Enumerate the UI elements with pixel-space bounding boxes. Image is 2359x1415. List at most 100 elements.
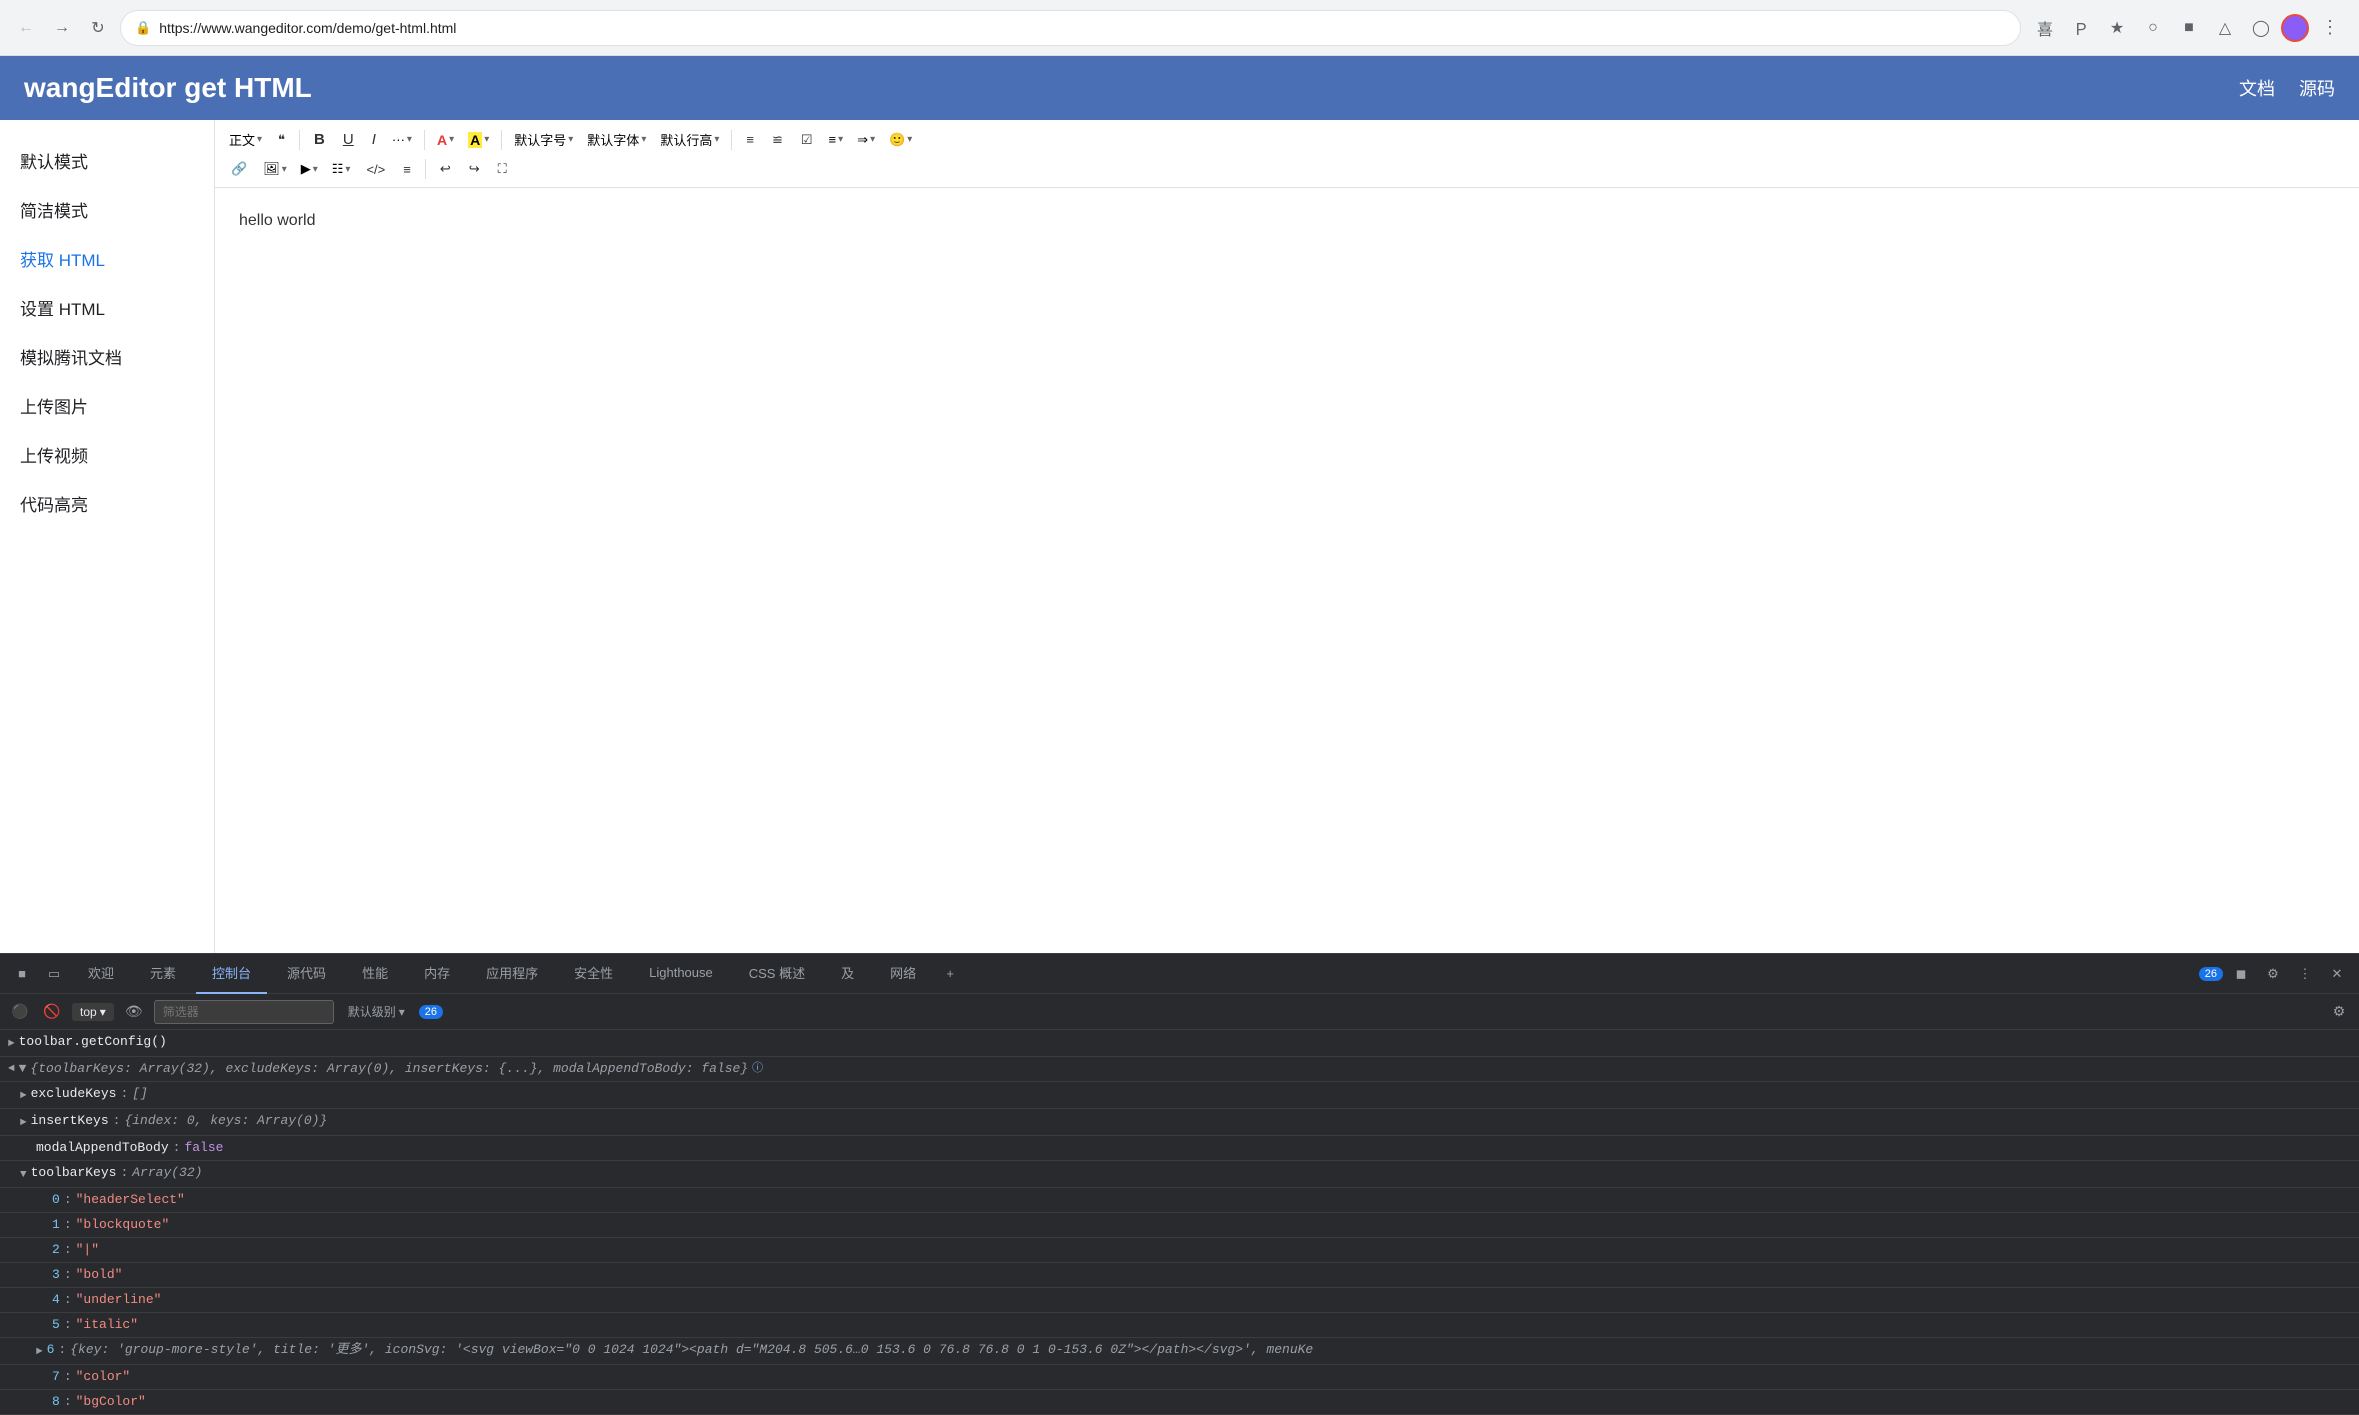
ext2-btn[interactable]: ■ xyxy=(2173,12,2205,44)
ext4-btn[interactable]: ◯ xyxy=(2245,12,2277,44)
expand-arrow-4[interactable]: ► xyxy=(20,1113,27,1133)
unordered-list-btn[interactable]: ≡ xyxy=(738,128,762,151)
align-btn[interactable]: ≡ ▾ xyxy=(823,128,850,151)
forward-button[interactable]: → xyxy=(48,14,76,42)
font-family-select[interactable]: 默认字体 ▾ xyxy=(581,126,652,153)
code-btn[interactable]: </> xyxy=(358,158,393,181)
profile-button[interactable] xyxy=(2281,14,2309,42)
tab-security[interactable]: 安全性 xyxy=(558,954,629,994)
console-filter-btn[interactable]: 🚫 xyxy=(40,1000,64,1024)
info-icon[interactable]: ⓘ xyxy=(752,1059,763,1079)
blockquote-btn[interactable]: ❝ xyxy=(270,128,293,152)
sidebar-item-simple-mode[interactable]: 简洁模式 xyxy=(0,185,214,234)
devtools-settings-btn[interactable]: ⚙ xyxy=(2259,960,2287,988)
console-output: ► toolbar.getConfig() ◄ ▼ {toolbarKeys: … xyxy=(0,1030,2359,1415)
console-settings-btn[interactable]: ⚙ xyxy=(2327,1000,2351,1024)
source-link[interactable]: 源码 xyxy=(2299,75,2335,101)
console-line-10: 3 : "bold" xyxy=(0,1263,2359,1288)
top-selector-arrow: ▾ xyxy=(100,1005,106,1019)
console-clear-btn[interactable]: ⚫ xyxy=(8,1000,32,1024)
log-level-dropdown[interactable]: 默认级别 ▾ xyxy=(342,1001,411,1022)
tab-console[interactable]: 控制台 xyxy=(196,954,267,994)
sidebar-item-default-mode[interactable]: 默认模式 xyxy=(0,136,214,185)
heading-select[interactable]: 正文 ▾ xyxy=(223,126,268,153)
checkbox-btn[interactable]: ☑ xyxy=(793,128,821,152)
emoji-btn[interactable]: 🙂 ▾ xyxy=(883,128,918,152)
sidebar-item-set-html[interactable]: 设置 HTML xyxy=(0,283,214,332)
devtools-inspect-btn[interactable]: ■ xyxy=(8,960,36,988)
bg-color-btn[interactable]: A ▾ xyxy=(462,128,495,152)
console-line-9: 2 : "|" xyxy=(0,1238,2359,1263)
sidebar-item-tencent-doc[interactable]: 模拟腾讯文档 xyxy=(0,332,214,381)
sidebar-item-upload-video[interactable]: 上传视频 xyxy=(0,430,214,479)
console-line-2: ◄ ▼ {toolbarKeys: Array(32), excludeKeys… xyxy=(0,1057,2359,1082)
devtools-close-btn[interactable]: ✕ xyxy=(2323,960,2351,988)
sep3 xyxy=(501,130,502,150)
undo-btn[interactable]: ↩ xyxy=(432,157,459,181)
tab-lighthouse[interactable]: Lighthouse xyxy=(633,954,729,994)
console-line-4: ► insertKeys : {index: 0, keys: Array(0)… xyxy=(0,1109,2359,1136)
sidebar: 默认模式 简洁模式 获取 HTML 设置 HTML 模拟腾讯文档 上传图片 上传… xyxy=(0,120,215,953)
tab-network[interactable]: 网络 xyxy=(874,954,932,994)
expand-arrow-13[interactable]: ► xyxy=(36,1342,43,1362)
expand-arrow-3[interactable]: ► xyxy=(20,1086,27,1106)
ext1-btn[interactable]: ○ xyxy=(2137,12,2169,44)
tab-add-btn[interactable]: + xyxy=(936,960,964,988)
console-eye-btn[interactable]: 👁 xyxy=(122,1000,146,1024)
bookmark-btn[interactable]: ★ xyxy=(2101,12,2133,44)
video-btn[interactable]: ▶ ▾ xyxy=(295,157,324,181)
ordered-list-btn[interactable]: ≌ xyxy=(764,128,791,152)
ext3-btn[interactable]: △ xyxy=(2209,12,2241,44)
lock-icon: 🔒 xyxy=(135,20,151,36)
expand-arrow-1[interactable]: ► xyxy=(8,1034,15,1054)
more-style-btn[interactable]: ··· ▾ xyxy=(386,128,418,151)
editor-content[interactable]: hello world xyxy=(215,188,2359,953)
sidebar-item-upload-image[interactable]: 上传图片 xyxy=(0,381,214,430)
console-line-7: 0 : "headerSelect" xyxy=(0,1188,2359,1213)
reader-mode-btn[interactable]: Ｐ xyxy=(2065,12,2097,44)
bold-btn[interactable]: B xyxy=(306,127,333,152)
tab-welcome[interactable]: 欢迎 xyxy=(72,954,130,994)
tab-elements[interactable]: 元素 xyxy=(134,954,192,994)
indent-btn[interactable]: ⇒ ▾ xyxy=(851,128,881,152)
fullscreen-btn[interactable]: ⛶ xyxy=(490,157,515,181)
redo-btn[interactable]: ↪ xyxy=(461,157,488,181)
reload-button[interactable]: ↻ xyxy=(84,14,112,42)
address-bar[interactable]: 🔒 https://www.wangeditor.com/demo/get-ht… xyxy=(120,10,2021,46)
console-filter-input[interactable] xyxy=(154,1000,334,1024)
console-error-count: 26 xyxy=(419,1005,443,1019)
tab-misc[interactable]: 及 xyxy=(825,954,870,994)
link-btn[interactable]: 🔗 xyxy=(223,157,255,181)
object-preview: {toolbarKeys: Array(32), excludeKeys: Ar… xyxy=(30,1059,748,1079)
divider-btn[interactable]: ≡ xyxy=(395,158,419,181)
tab-css-overview[interactable]: CSS 概述 xyxy=(733,954,821,994)
menu-button[interactable]: ⋮ xyxy=(2313,13,2347,42)
devtools-settings-dock-btn[interactable]: ◼ xyxy=(2227,960,2255,988)
table-btn[interactable]: ☷ ▾ xyxy=(326,157,357,181)
image-btn[interactable]: 🖼 ▾ xyxy=(257,157,293,181)
devtools-device-btn[interactable]: ▭ xyxy=(40,960,68,988)
top-selector[interactable]: top ▾ xyxy=(72,1003,114,1021)
sidebar-item-get-html[interactable]: 获取 HTML xyxy=(0,234,214,283)
tab-sources[interactable]: 源代码 xyxy=(271,954,342,994)
italic-btn[interactable]: I xyxy=(364,127,384,152)
tab-application[interactable]: 应用程序 xyxy=(470,954,554,994)
font-size-select[interactable]: 默认字号 ▾ xyxy=(508,126,579,153)
translate-btn[interactable]: 喜 xyxy=(2029,12,2061,44)
line-height-select[interactable]: 默认行高 ▾ xyxy=(654,126,725,153)
editor-area: 正文 ▾ ❝ B U I ··· ▾ A ▾ xyxy=(215,120,2359,953)
tab-performance[interactable]: 性能 xyxy=(346,954,404,994)
console-line-14: 7 : "color" xyxy=(0,1365,2359,1390)
expand-arrow-6[interactable]: ▼ xyxy=(20,1165,27,1185)
error-badge: 26 xyxy=(2199,967,2223,981)
devtools-more-btn[interactable]: ⋮ xyxy=(2291,960,2319,988)
sidebar-item-code-highlight[interactable]: 代码高亮 xyxy=(0,479,214,528)
color-arrow: ▾ xyxy=(449,134,454,145)
font-color-btn[interactable]: A ▾ xyxy=(431,128,460,152)
console-line-5: modalAppendToBody : false xyxy=(0,1136,2359,1161)
docs-link[interactable]: 文档 xyxy=(2239,75,2275,101)
underline-btn[interactable]: U xyxy=(335,127,362,152)
tab-memory[interactable]: 内存 xyxy=(408,954,466,994)
log-level-label: 默认级别 xyxy=(348,1003,396,1020)
back-button[interactable]: ← xyxy=(12,14,40,42)
